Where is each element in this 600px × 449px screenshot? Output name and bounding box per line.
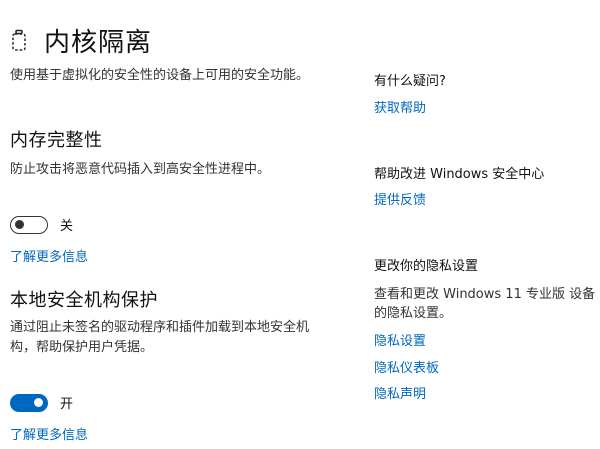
question-heading: 有什么疑问? bbox=[374, 74, 446, 89]
page-header: 内核隔离 bbox=[10, 22, 152, 59]
intro-description: 使用基于虚拟化的安全性的设备上可用的安全功能。 bbox=[10, 68, 310, 83]
memory-integrity-title: 内存完整性 bbox=[10, 130, 103, 151]
lsa-protection-toggle[interactable] bbox=[10, 393, 48, 412]
lsa-protection-description: 通过阻止未签名的驱动程序和插件加载到本地安全机构，帮助保护用户凭据。 bbox=[10, 320, 310, 355]
lsa-protection-toggle-label: 开 bbox=[60, 397, 74, 412]
memory-integrity-description: 防止攻击将恶意代码插入到高安全性进程中。 bbox=[10, 162, 271, 177]
page-title: 内核隔离 bbox=[44, 28, 153, 58]
core-isolation-page: 内核隔离 使用基于虚拟化的安全性的设备上可用的安全功能。 内存完整性 防止攻击将… bbox=[0, 0, 600, 449]
privacy-settings-link[interactable]: 隐私设置 bbox=[374, 330, 426, 349]
lsa-protection-toggle-row: 开 bbox=[10, 393, 73, 412]
get-help-link[interactable]: 获取帮助 bbox=[374, 97, 426, 116]
toggle-knob bbox=[15, 219, 24, 229]
privacy-statement-link[interactable]: 隐私声明 bbox=[374, 383, 426, 402]
improve-heading: 帮助改进 Windows 安全中心 bbox=[374, 167, 545, 182]
toggle-knob bbox=[34, 397, 43, 407]
memory-integrity-toggle-label: 关 bbox=[60, 219, 74, 234]
lsa-protection-learn-more-link[interactable]: 了解更多信息 bbox=[10, 424, 88, 443]
privacy-dashboard-link[interactable]: 隐私仪表板 bbox=[374, 357, 439, 376]
memory-integrity-learn-more-link[interactable]: 了解更多信息 bbox=[10, 246, 88, 265]
memory-integrity-toggle[interactable] bbox=[10, 215, 48, 234]
core-isolation-icon bbox=[10, 29, 28, 53]
memory-integrity-toggle-row: 关 bbox=[10, 215, 73, 234]
give-feedback-link[interactable]: 提供反馈 bbox=[374, 189, 426, 208]
privacy-description: 查看和更改 Windows 11 专业版 设备的隐私设置。 bbox=[374, 287, 596, 321]
lsa-protection-title: 本地安全机构保护 bbox=[10, 290, 158, 311]
privacy-heading: 更改你的隐私设置 bbox=[374, 259, 479, 274]
